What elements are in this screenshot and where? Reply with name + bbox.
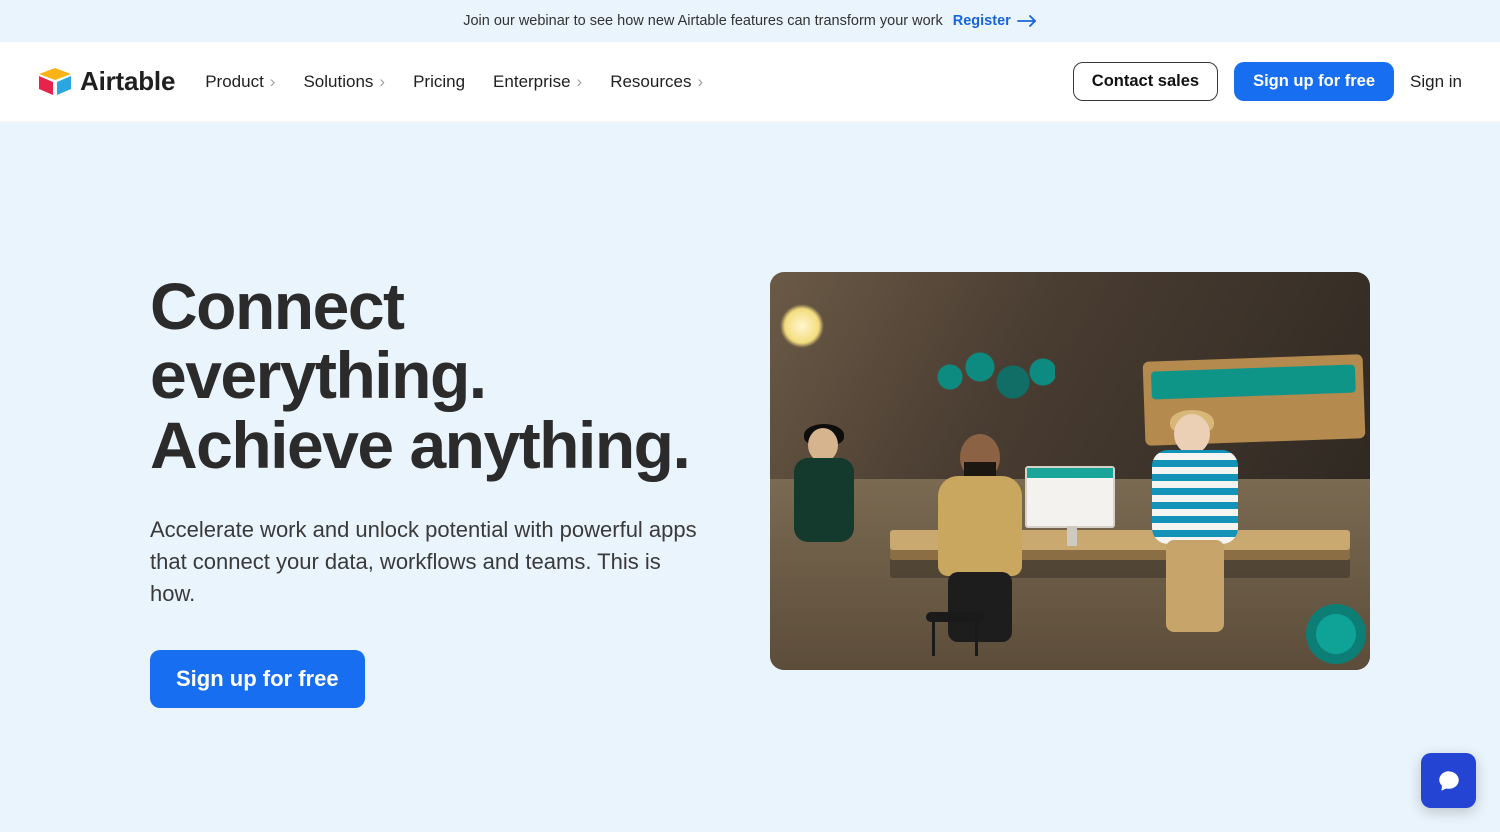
hero-signup-button[interactable]: Sign up for free: [150, 650, 365, 708]
chevron-right-icon: ›: [379, 72, 385, 92]
nav-item-enterprise[interactable]: Enterprise ›: [493, 72, 582, 92]
nav-label: Resources: [610, 72, 691, 92]
chat-bubble-icon: [1436, 768, 1462, 794]
hero-title: Connect everything. Achieve anything.: [150, 272, 730, 480]
fabric-rolls-icon: [935, 342, 1055, 412]
chevron-right-icon: ›: [270, 72, 276, 92]
nav-label: Solutions: [303, 72, 373, 92]
site-header: Airtable Product › Solutions › Pricing E…: [0, 42, 1500, 122]
nav-item-solutions[interactable]: Solutions ›: [303, 72, 385, 92]
signup-button[interactable]: Sign up for free: [1234, 62, 1394, 101]
brand-name: Airtable: [80, 66, 175, 97]
hero-subtitle: Accelerate work and unlock potential wit…: [150, 514, 710, 610]
stool-prop: [920, 612, 990, 660]
chevron-right-icon: ›: [577, 72, 583, 92]
arrow-right-icon: [1017, 15, 1037, 27]
header-actions: Contact sales Sign up for free Sign in: [1073, 62, 1462, 101]
hero-image: [770, 272, 1370, 670]
nav-item-product[interactable]: Product ›: [205, 72, 275, 92]
nav-item-pricing[interactable]: Pricing: [413, 72, 465, 92]
signin-link[interactable]: Sign in: [1410, 72, 1462, 92]
announcement-text: Join our webinar to see how new Airtable…: [463, 13, 943, 29]
primary-nav: Product › Solutions › Pricing Enterprise…: [205, 72, 703, 92]
person-standing: [1140, 410, 1250, 646]
hero-section: Connect everything. Achieve anything. Ac…: [0, 122, 1500, 708]
brand-logo[interactable]: Airtable: [38, 66, 175, 97]
nav-item-resources[interactable]: Resources ›: [610, 72, 703, 92]
contact-sales-button[interactable]: Contact sales: [1073, 62, 1218, 101]
announcement-register-label: Register: [953, 13, 1011, 29]
nav-label: Enterprise: [493, 72, 570, 92]
person-left: [790, 428, 860, 578]
fabric-roll-icon: [1306, 604, 1366, 664]
hero-copy: Connect everything. Achieve anything. Ac…: [150, 272, 730, 708]
announcement-bar: Join our webinar to see how new Airtable…: [0, 0, 1500, 42]
nav-label: Pricing: [413, 72, 465, 92]
chat-button[interactable]: [1421, 753, 1476, 808]
hero-media: [770, 272, 1430, 670]
nav-label: Product: [205, 72, 264, 92]
announcement-register-link[interactable]: Register: [953, 13, 1037, 29]
computer-monitor-icon: [1025, 466, 1115, 528]
airtable-mark-icon: [38, 68, 72, 96]
lamp-icon: [780, 304, 824, 348]
chevron-right-icon: ›: [697, 72, 703, 92]
